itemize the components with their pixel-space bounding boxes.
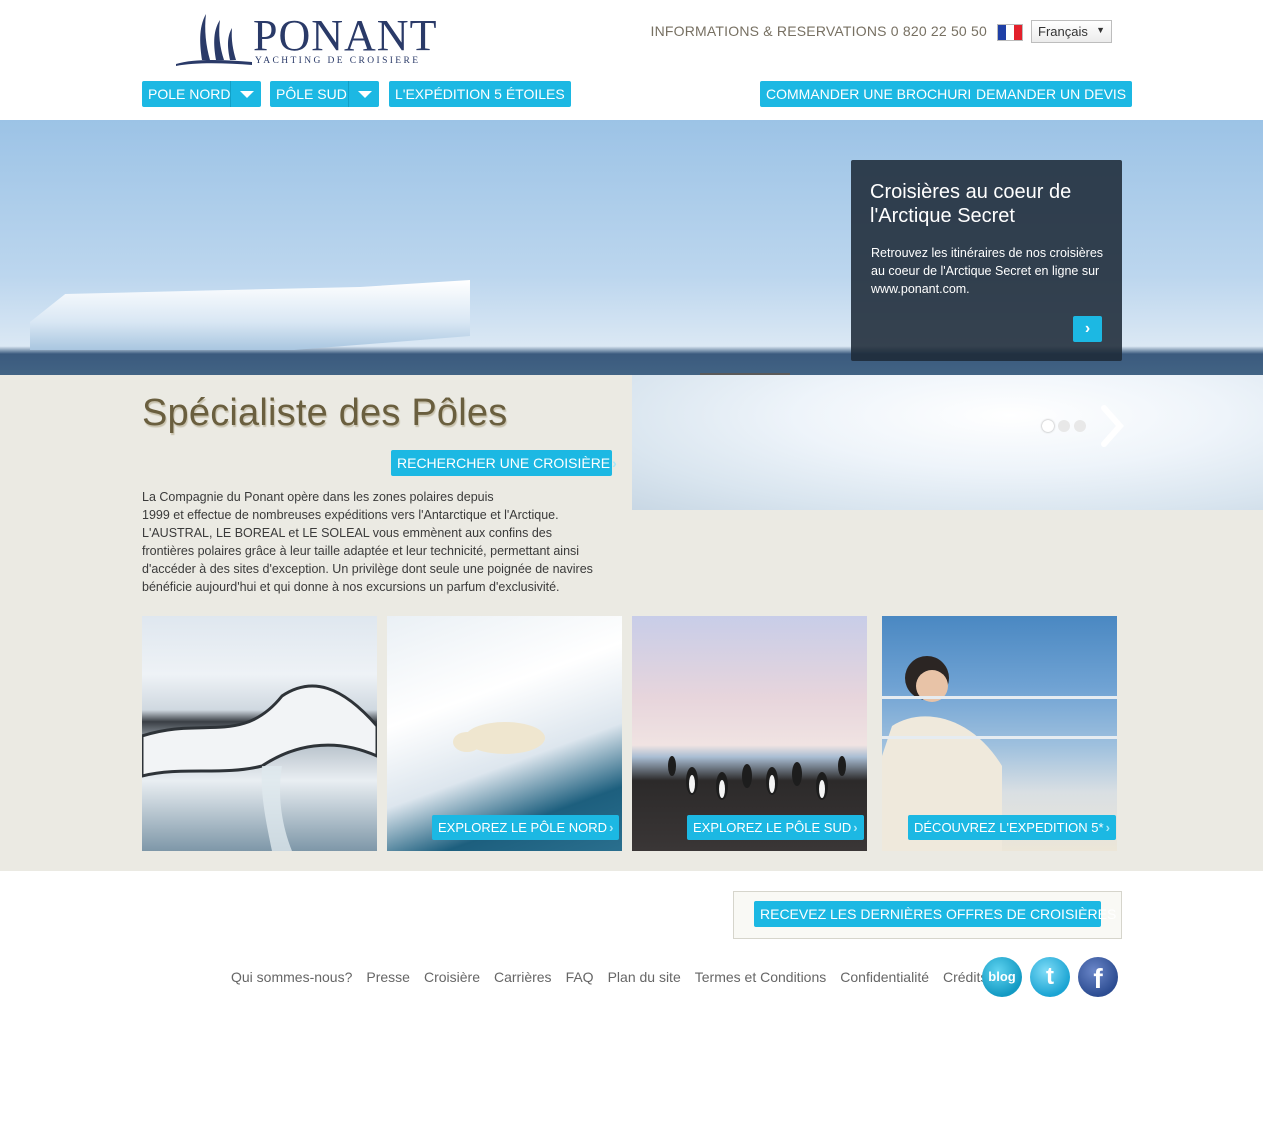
iceberg-graphic xyxy=(30,280,470,350)
french-flag-icon[interactable] xyxy=(997,24,1023,41)
chevron-right-icon: › xyxy=(612,455,617,471)
blog-icon[interactable]: blog xyxy=(982,957,1022,997)
ponant-logo[interactable]: PONANT YACHTING DE CROISIERE xyxy=(176,10,438,68)
intro-line: frontières polaires grâce à leur taille … xyxy=(142,544,580,558)
nav-expedition[interactable]: L'EXPÉDITION 5 ÉTOILES xyxy=(389,81,571,107)
slide-dot[interactable] xyxy=(1058,420,1070,432)
footer-link[interactable]: FAQ xyxy=(566,969,594,985)
slide-dot[interactable] xyxy=(1074,420,1086,432)
footer-link[interactable]: Qui sommes-nous? xyxy=(231,969,352,985)
search-cruise-label: RECHERCHER UNE CROISIÈRE xyxy=(397,455,611,471)
ice-foreground-graphic xyxy=(632,375,1263,510)
footer-link[interactable]: Carrières xyxy=(494,969,552,985)
nav-pole-sud-label: PÔLE SUD xyxy=(276,86,347,102)
footer-link[interactable]: Plan du site xyxy=(608,969,681,985)
whale-tail-photo[interactable] xyxy=(142,616,377,851)
sail-logo-icon xyxy=(176,14,252,66)
whale-tail-graphic xyxy=(142,684,377,851)
intro-line: d'accéder à des sites d'exception. Un pr… xyxy=(142,562,593,576)
promo-arrow-button[interactable]: › xyxy=(1073,316,1102,342)
footer-link[interactable]: Croisière xyxy=(424,969,480,985)
explore-north-pole-label: EXPLOREZ LE PÔLE NORD xyxy=(438,820,608,835)
slide-dot[interactable] xyxy=(1042,420,1054,432)
intro-line: 1999 et effectue de nombreuses expéditio… xyxy=(142,508,559,522)
intro-line: L'AUSTRAL, LE BOREAL et LE SOLEAL vous e… xyxy=(142,526,552,540)
request-quote-button[interactable]: DEMANDER UN DEVIS xyxy=(970,81,1133,107)
page-headline: Spécialiste des Pôles xyxy=(142,392,508,434)
reservation-info: INFORMATIONS & RESERVATIONS 0 820 22 50 … xyxy=(651,23,988,39)
reservation-phone: 0 820 22 50 50 xyxy=(890,23,987,39)
intro-line: La Compagnie du Ponant opère dans les zo… xyxy=(142,490,494,504)
next-slide-arrow-icon[interactable] xyxy=(1098,404,1126,448)
reservation-label: INFORMATIONS & RESERVATIONS xyxy=(650,23,887,39)
nav-pole-sud[interactable]: PÔLE SUD xyxy=(270,81,379,107)
chevron-right-icon: › xyxy=(1105,820,1110,835)
language-value: Français xyxy=(1038,24,1088,39)
chevron-right-icon: › xyxy=(609,820,614,835)
explore-north-pole-button[interactable]: EXPLOREZ LE PÔLE NORD › xyxy=(432,815,620,840)
slider-dots xyxy=(1042,420,1086,432)
promo-card: Croisières au coeur de l'Arctique Secret… xyxy=(851,160,1122,361)
logo-wordmark: PONANT xyxy=(253,11,438,60)
newsletter-button[interactable]: RECEVEZ LES DERNIÈRES OFFRES DE CROISIÈR… xyxy=(754,901,1116,927)
search-cruise-button[interactable]: RECHERCHER UNE CROISIÈRE › xyxy=(391,450,617,476)
intro-text: La Compagnie du Ponant opère dans les zo… xyxy=(142,488,622,596)
twitter-icon[interactable]: t xyxy=(1030,957,1070,997)
language-select[interactable]: Français ▼ xyxy=(1031,20,1112,43)
footer-link[interactable]: Confidentialité xyxy=(840,969,929,985)
explore-south-pole-label: EXPLOREZ LE PÔLE SUD xyxy=(693,820,852,835)
page: PONANT YACHTING DE CROISIERE INFORMATION… xyxy=(0,0,1263,1122)
explore-south-pole-button[interactable]: EXPLOREZ LE PÔLE SUD › xyxy=(687,815,864,840)
dropdown-arrow-icon: ▼ xyxy=(1096,25,1105,35)
promo-title: Croisières au coeur de l'Arctique Secret xyxy=(870,181,1072,227)
footer-link[interactable]: Presse xyxy=(366,969,410,985)
promo-text: Retrouvez les itinéraires de nos croisiè… xyxy=(871,246,1104,296)
nav-pole-nord[interactable]: POLE NORD xyxy=(142,81,261,107)
chevron-right-icon: › xyxy=(853,820,858,835)
footer-links: Qui sommes-nous? Presse Croisière Carriè… xyxy=(231,969,987,985)
chevron-down-icon[interactable] xyxy=(348,81,379,107)
discover-expedition-button[interactable]: DÉCOUVREZ L'EXPEDITION 5* › xyxy=(908,815,1116,840)
chevron-down-icon[interactable] xyxy=(230,81,261,107)
nav-pole-nord-label: POLE NORD xyxy=(148,86,231,102)
logo-tagline: YACHTING DE CROISIERE xyxy=(255,56,421,66)
footer-link[interactable]: Termes et Conditions xyxy=(695,969,827,985)
order-brochure-button[interactable]: COMMANDER UNE BROCHURE xyxy=(760,81,983,107)
facebook-icon[interactable]: f xyxy=(1078,957,1118,997)
discover-expedition-label: DÉCOUVREZ L'EXPEDITION 5* xyxy=(914,820,1104,835)
footer-link[interactable]: Crédits xyxy=(943,969,987,985)
intro-line: bénéficie aujourd'hui et qui donne à nos… xyxy=(142,580,560,594)
